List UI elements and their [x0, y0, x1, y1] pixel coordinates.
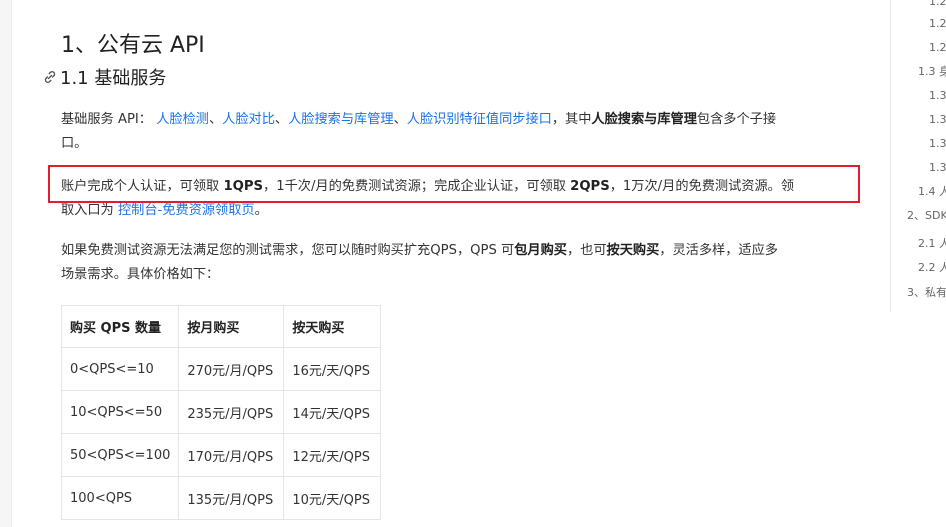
purchase-monthly: 包月购买 — [514, 243, 567, 258]
toc-item[interactable]: 2.1 人 — [918, 237, 946, 251]
toc-item[interactable]: 1.3. — [929, 161, 946, 175]
table-cell: 135元/月/QPS — [178, 476, 285, 520]
table-cell: 235元/月/QPS — [178, 390, 285, 434]
price-table: 购买 QPS 数量 按月购买 按天购买 0<QPS<=10 270元/月/QPS… — [60, 305, 382, 520]
toc-item[interactable]: 1.3 身 — [918, 65, 946, 79]
col-header-monthly: 按月购买 — [178, 305, 285, 348]
table-header-row: 购买 QPS 数量 按月购买 按天购买 — [60, 305, 382, 348]
subsection-title: 1.1 基础服务 — [60, 68, 167, 89]
table-row: 0<QPS<=10 270元/月/QPS 16元/天/QPS — [60, 347, 382, 391]
toc-item[interactable]: 1.2. — [929, 0, 946, 9]
toc-item[interactable]: 1.4 人 — [918, 185, 946, 199]
purchase-line2: 场景需求。具体价格如下： — [61, 267, 220, 282]
toc-item[interactable]: 1.3. — [929, 137, 946, 151]
toc-item[interactable]: 1.2. — [929, 41, 946, 55]
link-feature-sync[interactable]: 人脸识别特征值同步接口 — [407, 112, 552, 127]
separator: 、 — [274, 112, 289, 127]
table-cell: 100<QPS — [60, 476, 180, 520]
table-cell: 50<QPS<=100 — [60, 433, 180, 477]
doc-content: 1、公有云 API 1.1 基础服务 基础服务 API： 人脸检测、人脸对比、人… — [0, 0, 888, 527]
purchase-text-1: 如果免费测试资源无法满足您的测试需求，您可以随时购买扩充QPS，QPS 可 — [61, 243, 515, 258]
separator: 、 — [393, 112, 407, 127]
table-cell: 16元/天/QPS — [283, 347, 382, 391]
toc-item[interactable]: 1.3. — [929, 89, 946, 103]
toc-item[interactable]: 3、私有 — [907, 286, 946, 300]
link-face-detect[interactable]: 人脸检测 — [156, 112, 209, 127]
purchase-daily: 按天购买 — [606, 243, 660, 258]
intro-mid: ，其中 — [551, 112, 592, 127]
table-of-contents: 1.2. 1.2. 1.2. 1.3 身 1.3. 1.3. 1.3. 1.3.… — [890, 0, 946, 312]
link-free-resource-console[interactable]: 控制台-免费资源领取页 — [118, 203, 255, 218]
table-cell: 270元/月/QPS — [178, 347, 285, 391]
toc-item[interactable]: 2.2 人 — [918, 261, 946, 275]
table-cell: 170元/月/QPS — [178, 433, 285, 477]
toc-item[interactable]: 1.3. — [929, 113, 946, 127]
intro-bold: 人脸搜索与库管理 — [591, 112, 697, 127]
toc-item[interactable]: 1.2. — [929, 17, 946, 31]
intro-line2: 口。 — [61, 136, 88, 151]
link-face-search[interactable]: 人脸搜索与库管理 — [288, 112, 394, 127]
table-cell: 10元/天/QPS — [283, 476, 382, 520]
intro-prefix: 基础服务 API： — [61, 112, 152, 127]
link-face-compare[interactable]: 人脸对比 — [222, 112, 275, 127]
separator: 、 — [208, 112, 223, 127]
intro-suffix: 包含多个子接 — [696, 112, 777, 127]
subsection-heading: 1.1 基础服务 — [42, 64, 166, 90]
section-title: 1、公有云 API — [61, 33, 205, 58]
table-cell: 0<QPS<=10 — [60, 347, 180, 391]
free-text-5: 。 — [254, 203, 268, 218]
table-row: 10<QPS<=50 235元/月/QPS 14元/天/QPS — [60, 390, 382, 434]
anchor-link-icon[interactable] — [42, 69, 58, 85]
table-cell: 14元/天/QPS — [283, 390, 382, 434]
highlight-annotation-box — [48, 165, 860, 203]
table-row: 50<QPS<=100 170元/月/QPS 12元/天/QPS — [60, 433, 382, 477]
toc-item[interactable]: 2、SDK — [907, 209, 946, 223]
free-text-4: 取入口为 — [61, 203, 118, 218]
table-row: 100<QPS 135元/月/QPS 10元/天/QPS — [60, 476, 382, 520]
purchase-text-2: ，也可 — [566, 243, 607, 258]
table-cell: 10<QPS<=50 — [60, 390, 180, 434]
purchase-text-3: ，灵活多样，适应多 — [659, 243, 778, 258]
col-header-qps: 购买 QPS 数量 — [60, 305, 180, 348]
intro-paragraph: 基础服务 API： 人脸检测、人脸对比、人脸搜索与库管理、人脸识别特征值同步接口… — [61, 108, 846, 156]
col-header-daily: 按天购买 — [283, 305, 382, 348]
purchase-paragraph: 如果免费测试资源无法满足您的测试需求，您可以随时购买扩充QPS，QPS 可包月购… — [61, 239, 846, 287]
table-cell: 12元/天/QPS — [283, 433, 382, 477]
